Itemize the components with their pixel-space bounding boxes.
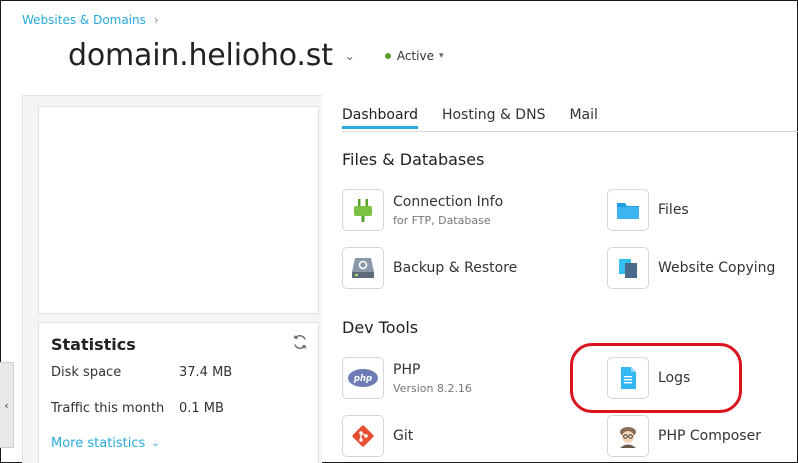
tab-dashboard[interactable]: Dashboard (342, 107, 418, 129)
stat-value-disk-space: 37.4 MB (179, 365, 233, 380)
plug-icon (342, 189, 384, 231)
breadcrumb[interactable]: Websites & Domains › (22, 13, 159, 27)
status-label: Active (396, 48, 434, 63)
breadcrumb-link-websites-domains[interactable]: Websites & Domains (22, 13, 146, 27)
statistics-card: Statistics Disk space 37.4 MB Traffic th… (38, 322, 319, 463)
chevron-down-icon: ⌄ (151, 438, 160, 449)
stat-label-traffic: Traffic this month (51, 401, 165, 416)
sidebar-collapse-handle[interactable]: ‹ (0, 362, 14, 448)
domain-switcher-chevron-icon[interactable]: ⌄ (345, 49, 355, 63)
tool-subtitle: for FTP, Database (393, 213, 491, 227)
section-title-dev-tools: Dev Tools (342, 318, 419, 337)
chevron-left-icon: ‹ (4, 398, 9, 412)
tool-subtitle: Version 8.2.16 (393, 381, 472, 395)
folder-icon (607, 189, 649, 231)
section-title-files-databases: Files & Databases (342, 150, 485, 169)
tab-hosting-dns[interactable]: Hosting & DNS (442, 107, 545, 129)
composer-icon (607, 415, 649, 457)
tab-mail[interactable]: Mail (569, 107, 597, 129)
tool-git[interactable]: Git (342, 415, 413, 457)
tool-backup-restore[interactable]: Backup & Restore (342, 247, 517, 289)
status-dot-icon (384, 52, 391, 59)
statistics-title: Statistics (51, 335, 136, 354)
tool-name: Backup & Restore (393, 260, 518, 276)
tool-php-composer[interactable]: PHP Composer (607, 415, 761, 457)
tool-name: PHP Composer (658, 428, 761, 444)
log-document-icon (607, 357, 649, 399)
stat-value-traffic: 0.1 MB (179, 401, 224, 416)
site-preview (38, 106, 319, 314)
git-icon (342, 415, 384, 457)
more-statistics-link[interactable]: More statistics ⌄ (51, 436, 160, 451)
tool-php[interactable]: php PHP Version 8.2.16 (342, 357, 472, 399)
tool-name: Logs (658, 370, 691, 386)
breadcrumb-separator: › (153, 13, 159, 27)
chevron-down-icon: ▾ (438, 50, 444, 61)
backup-drive-icon (342, 247, 384, 289)
tool-name: Connection Info (393, 193, 504, 210)
tool-logs[interactable]: Logs (607, 357, 690, 399)
tool-name: PHP (393, 361, 421, 378)
tool-name: Git (393, 428, 414, 444)
svg-text:php: php (353, 374, 372, 384)
page-title: domain.helioho.st (68, 38, 333, 73)
tool-connection-info[interactable]: Connection Info for FTP, Database (342, 189, 503, 231)
title-row: domain.helioho.st ⌄ Active ▾ (68, 38, 443, 73)
tool-website-copying[interactable]: Website Copying (607, 247, 775, 289)
tool-name: Files (658, 202, 689, 218)
tool-name: Website Copying (658, 260, 776, 276)
tab-bar: Dashboard Hosting & DNS Mail (342, 107, 598, 129)
stat-label-disk-space: Disk space (51, 365, 122, 380)
status-dropdown[interactable]: Active ▾ (384, 48, 444, 63)
more-statistics-label: More statistics (51, 436, 146, 451)
tool-files[interactable]: Files (607, 189, 689, 231)
refresh-icon[interactable] (291, 333, 309, 351)
copy-pages-icon (607, 247, 649, 289)
tab-divider (342, 131, 798, 132)
php-icon: php (342, 357, 384, 399)
